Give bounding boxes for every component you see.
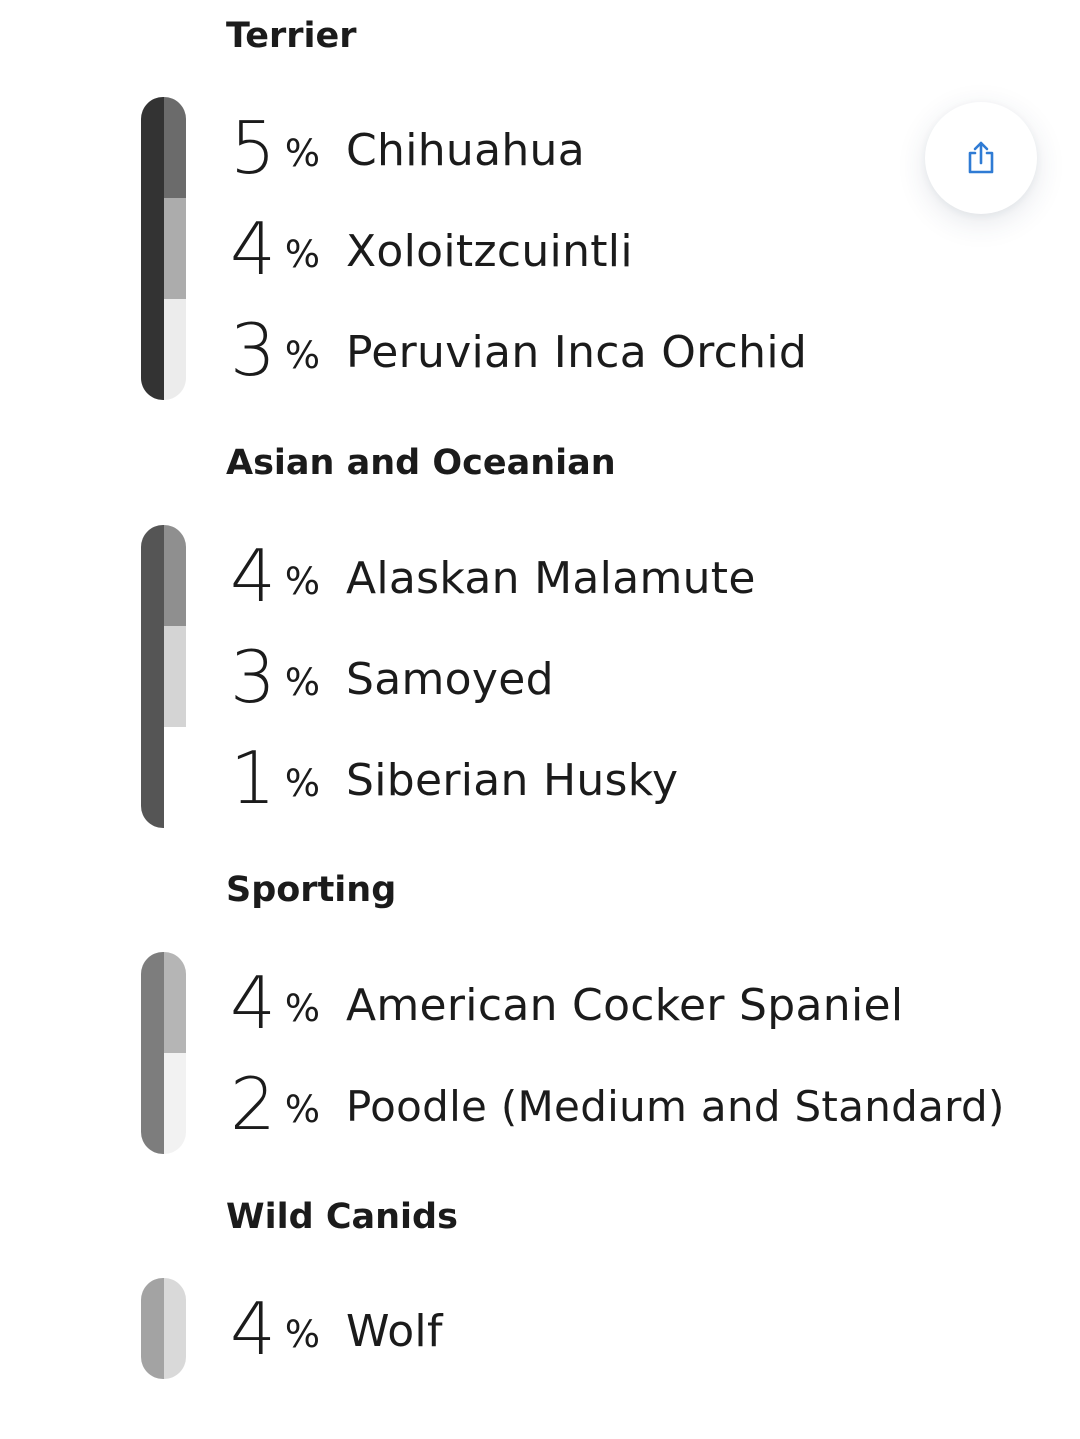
ancestry-bar-wild-canids [141,1278,186,1379]
breed-name: Chihuahua [345,125,585,176]
percent-sign: % [284,1088,320,1131]
group-title-wild-canids: Wild Canids [226,1197,458,1237]
bar-group-segment [141,525,164,828]
percent-sign: % [284,132,320,175]
breed-row-chihuahua[interactable]: 5 % Chihuahua [230,97,585,198]
percent-sign: % [284,1313,320,1356]
breed-name: Samoyed [345,654,554,705]
ancestry-bar-asian-and-oceanian [141,525,186,828]
breed-name: Xoloitzcuintli [345,226,633,277]
breed-name: American Cocker Spaniel [345,980,904,1031]
breed-row-peruvian-inca-orchid[interactable]: 3 % Peruvian Inca Orchid [230,299,807,400]
ancestry-bar-terrier [141,97,186,400]
breed-row-xoloitzcuintli[interactable]: 4 % Xoloitzcuintli [230,198,633,299]
percent-sign: % [284,987,320,1030]
bar-segment-wolf [164,1278,186,1379]
share-button[interactable] [925,102,1037,214]
group-title-asian-and-oceanian: Asian and Oceanian [226,443,616,483]
bar-segment-alaskan-malamute [164,525,186,626]
breed-percent-value: 4 [230,1286,276,1371]
breed-name: Peruvian Inca Orchid [345,327,808,378]
bar-segment-american-cocker-spaniel [164,952,186,1053]
breed-name: Wolf [345,1306,443,1357]
breed-row-samoyed[interactable]: 3 % Samoyed [230,626,554,727]
breed-row-siberian-husky[interactable]: 1 % Siberian Husky [230,727,678,828]
bar-group-segment [141,97,164,400]
bar-segment-siberian-husky [164,727,186,828]
percent-sign: % [284,233,320,276]
bar-group-segment [141,952,164,1154]
group-title-terrier: Terrier [226,16,357,56]
breed-percent-value: 4 [230,206,276,291]
ancestry-bar-sporting [141,952,186,1154]
share-icon [968,141,994,174]
breed-row-alaskan-malamute[interactable]: 4 % Alaskan Malamute [230,525,756,626]
group-title-sporting: Sporting [226,870,397,910]
breed-row-wolf[interactable]: 4 % Wolf [230,1278,443,1379]
percent-sign: % [284,661,320,704]
breed-row-poodle-medium-and-standard[interactable]: 2 % Poodle (Medium and Standard) [230,1053,1005,1154]
bar-segment-xoloitzcuintli [164,198,186,299]
breed-name: Siberian Husky [345,755,679,806]
percent-sign: % [284,560,320,603]
breed-name: Poodle (Medium and Standard) [345,1082,1005,1131]
breed-row-american-cocker-spaniel[interactable]: 4 % American Cocker Spaniel [230,952,903,1053]
percent-sign: % [284,334,320,377]
breed-percent-value: 4 [230,960,276,1045]
bar-segment-chihuahua [164,97,186,198]
bar-group-segment [141,1278,164,1379]
breed-percent-value: 3 [230,634,276,719]
bar-segment-poodle [164,1053,186,1154]
breed-percent-value: 2 [230,1061,276,1146]
bar-segment-samoyed [164,626,186,727]
breed-percent-value: 4 [230,533,276,618]
breed-percent-value: 3 [230,307,276,392]
breed-percent-value: 1 [230,735,276,820]
breed-percent-value: 5 [230,105,276,190]
breed-name: Alaskan Malamute [345,553,756,604]
percent-sign: % [284,762,320,805]
bar-segment-peruvian-inca-orchid [164,299,186,400]
